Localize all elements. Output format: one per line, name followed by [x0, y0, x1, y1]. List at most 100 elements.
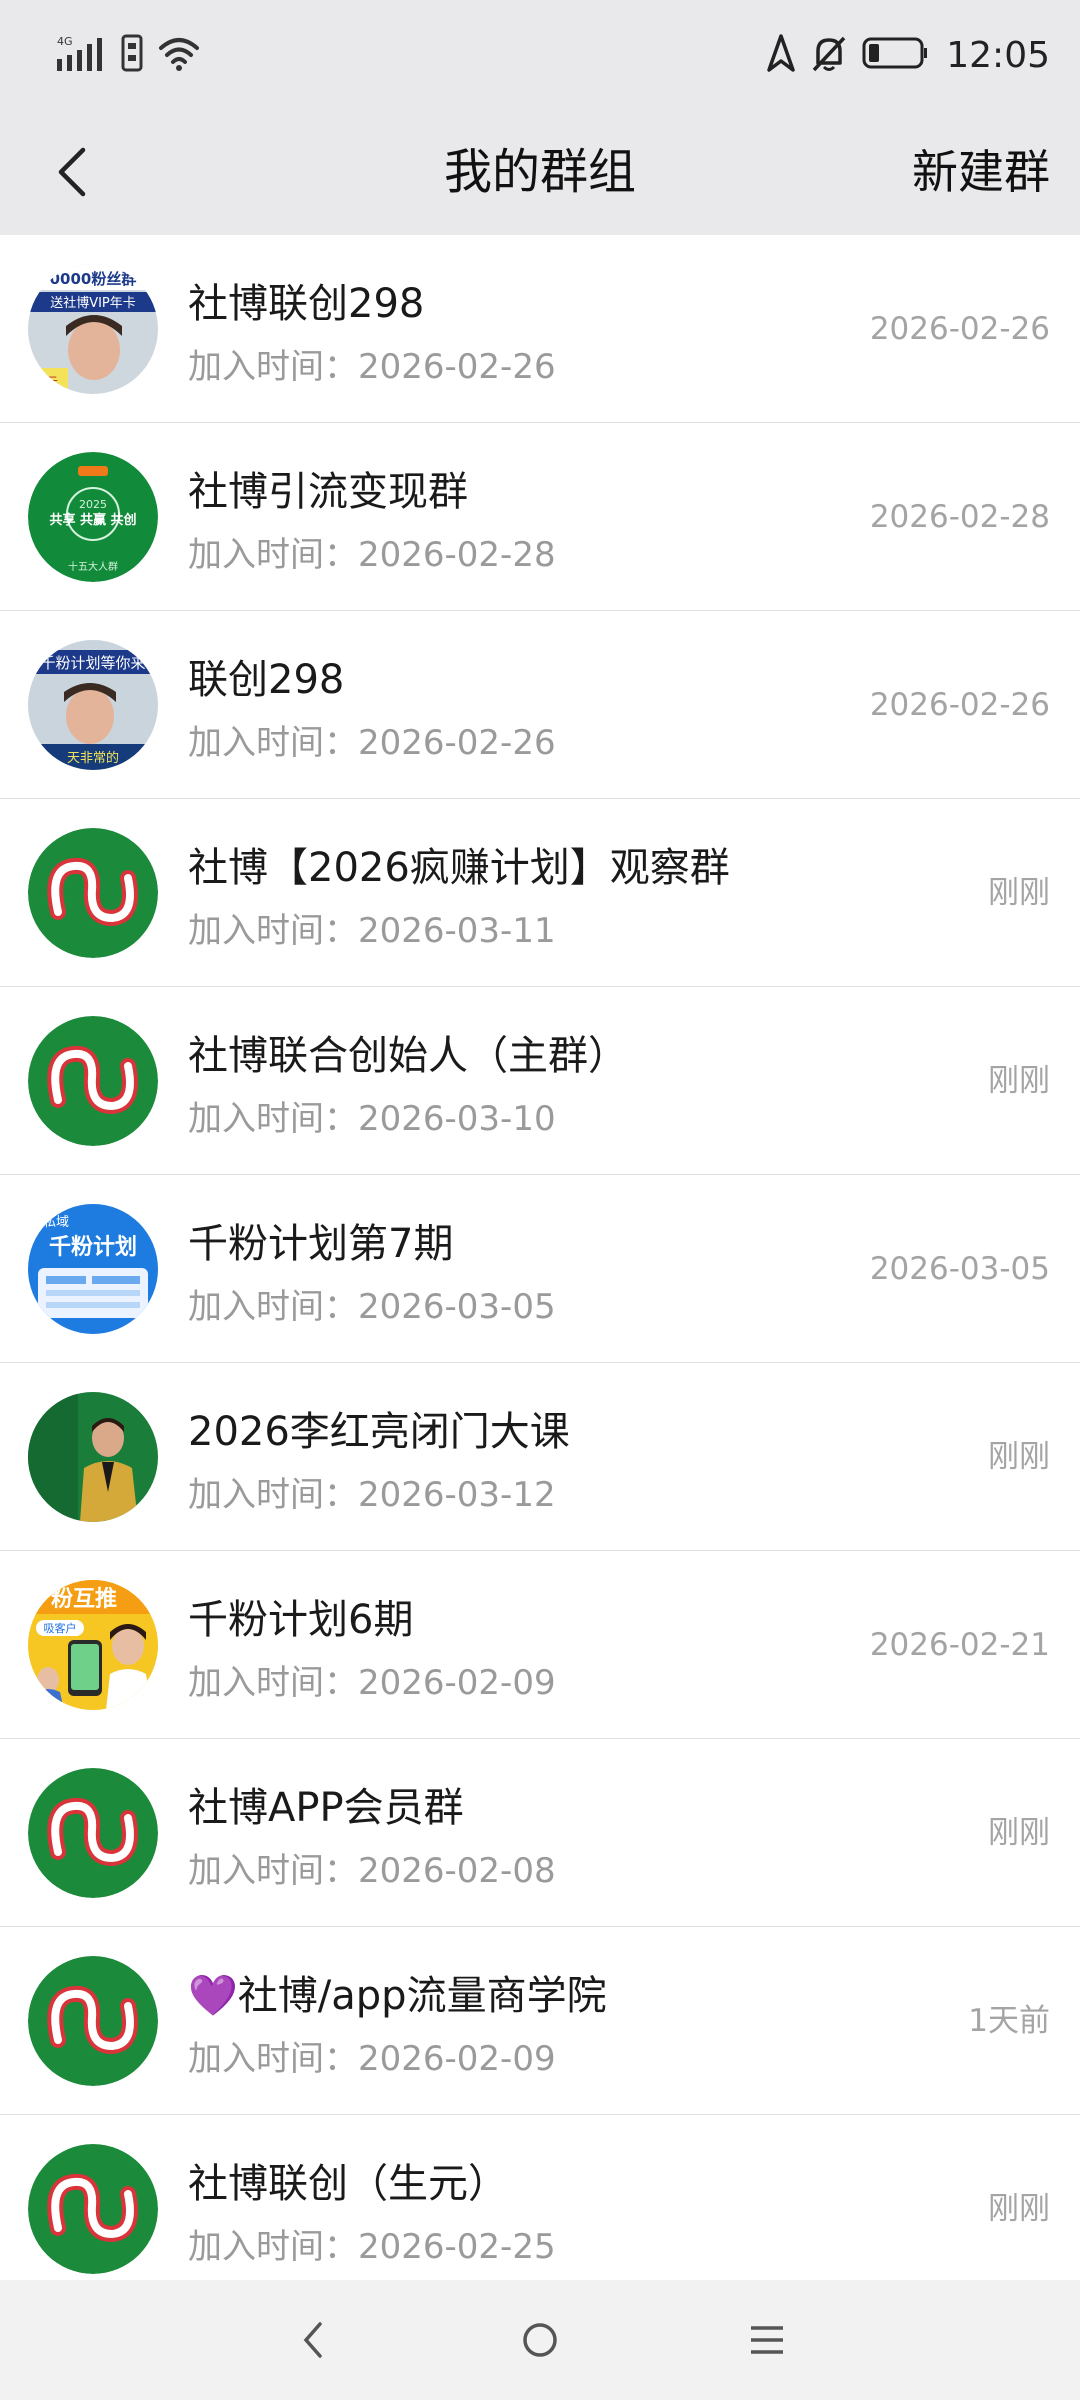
group-avatar [28, 1392, 158, 1522]
group-avatar-logo-icon [28, 1016, 158, 1146]
last-message-time: 2026-02-26 [869, 687, 1050, 723]
join-time-label: 加入时间： [188, 1287, 358, 1327]
join-time-label: 加入时间： [188, 723, 358, 763]
last-message-time: 刚刚 [988, 2191, 1050, 2227]
avatar-text: 十五大人群 [68, 560, 118, 573]
avatar-text: 共享 共赢 共创 [49, 512, 136, 528]
join-time-value: 2026-03-12 [358, 1475, 556, 1515]
nav-menu-button[interactable] [727, 2300, 807, 2380]
last-message-time: 2026-03-05 [869, 1251, 1050, 1287]
group-row[interactable]: 社博APP会员群加入时间：2026-02-08 刚刚 [0, 1739, 1080, 1927]
avatar-text: 私域 [43, 1215, 69, 1230]
last-message-time: 刚刚 [988, 1063, 1050, 1099]
join-time-label: 加入时间： [188, 1663, 358, 1703]
group-name: 千粉计划第7期 [188, 1221, 454, 1267]
group-row[interactable]: 千粉计划等你来 天非常的 联创298 加入时间：2026-02-26 2026-02-2… [0, 611, 1080, 799]
join-time-label: 加入时间： [188, 1099, 358, 1139]
avatar-text: 吸客户 [44, 1621, 77, 1635]
group-row[interactable]: 社博【2026疯赚计划】观察群 加入时间：2026-03-11 刚刚 [0, 799, 1080, 987]
system-nav-bar [0, 2280, 1080, 2400]
group-row[interactable]: 私域 千粉计划 千粉计划第7期加入时间：2026-03-05 2026-03-05 [0, 1175, 1080, 1363]
last-message-time: 2026-02-21 [869, 1627, 1050, 1663]
avatar-text: 0000粉丝群 [50, 270, 137, 288]
last-message-time: 2026-02-28 [869, 499, 1050, 535]
nav-home-button[interactable] [500, 2300, 580, 2380]
nav-home-icon [523, 2323, 557, 2357]
join-time: 加入时间：2026-03-12 [188, 1467, 556, 1516]
join-time-value: 2026-02-09 [358, 1663, 556, 1703]
join-time: 加入时间：2026-02-25 [188, 2219, 556, 2268]
join-time-label: 加入时间： [188, 1851, 358, 1891]
join-time: 加入时间：2026-02-09 [188, 2031, 556, 2080]
battery-icon [862, 35, 928, 75]
back-button[interactable] [40, 140, 104, 204]
group-row[interactable]: 社博联合创始人（主群） 加入时间：2026-03-10 刚刚 [0, 987, 1080, 1175]
group-name: 2026李红亮闭门大课 [188, 1409, 570, 1455]
join-time: 加入时间：2026-02-08 [188, 1843, 556, 1892]
group-avatar: 千粉计划等你来 天非常的 [28, 640, 158, 770]
join-time: 加入时间：2026-03-11 [188, 903, 556, 952]
nav-menu-icon [750, 2326, 783, 2354]
join-time-value: 2026-02-08 [358, 1851, 556, 1891]
group-row[interactable]: 2026李红亮闭门大课 加入时间：2026-03-12 刚刚 [0, 1363, 1080, 1551]
wifi-icon [157, 34, 201, 76]
status-bar: 4G 12:05 [0, 0, 1080, 110]
avatar-text: 粉互推 [51, 1587, 117, 1612]
group-avatar: 私域 千粉计划 [28, 1204, 158, 1334]
join-time-value: 2026-02-26 [358, 723, 556, 763]
chevron-left-icon [58, 147, 86, 197]
avatar-text: 送社博VIP年卡 [50, 295, 136, 311]
join-time-label: 加入时间： [188, 347, 358, 387]
group-avatar: 0000粉丝群 送社博VIP年卡 生元 [28, 264, 158, 394]
group-name: 联创298 [188, 657, 345, 703]
join-time: 加入时间：2026-03-05 [188, 1279, 556, 1328]
group-row[interactable]: 社博联创（生元） 加入时间：2026-02-25 刚刚 [0, 2115, 1080, 2280]
group-row[interactable]: 2025 共享 共赢 共创 十五大人群 社博引流变现群 加入时间：2026-02-28 2… [0, 423, 1080, 611]
group-avatar-logo-icon [28, 828, 158, 958]
new-group-button[interactable]: 新建群 [912, 110, 1050, 235]
join-time-value: 2026-03-10 [358, 1099, 556, 1139]
last-message-time: 刚刚 [988, 1815, 1050, 1851]
join-time: 加入时间：2026-02-26 [188, 715, 556, 764]
avatar-text: 2025 [79, 498, 107, 511]
group-name: 💜社博/app流量商学院 [188, 1973, 607, 2019]
group-row[interactable]: 💜社博/app流量商学院 加入时间：2026-02-09 1天前 [0, 1927, 1080, 2115]
group-name: 社博【2026疯赚计划】观察群 [188, 845, 730, 891]
group-avatar: 粉互推吸客户 [28, 1580, 158, 1710]
avatar-text: 天非常的 [67, 750, 119, 766]
join-time-label: 加入时间： [188, 1475, 358, 1515]
join-time-value: 2026-02-26 [358, 347, 556, 387]
join-time-value: 2026-02-25 [358, 2227, 556, 2267]
last-message-time: 2026-02-26 [869, 311, 1050, 347]
nav-back-button[interactable] [273, 2300, 353, 2380]
signal-icon: 4G [55, 33, 107, 77]
nav-back-icon [304, 2322, 323, 2358]
join-time-label: 加入时间： [188, 911, 358, 951]
group-avatar-logo-icon [28, 1768, 158, 1898]
last-message-time: 1天前 [968, 2003, 1050, 2039]
top-app-bar: 我的群组 新建群 [0, 110, 1080, 235]
group-row[interactable]: 粉互推 吸客户 千粉计划6期 加入时间：2026-02-09 2026-02-21 [0, 1551, 1080, 1739]
group-list: 0000粉丝群 送社博VIP年卡 生元 社博联创298 加入时间：2026-02-26 2… [0, 235, 1080, 2280]
sim-icon [121, 34, 143, 76]
group-name: 社博联创298 [188, 281, 425, 327]
group-name: 社博APP会员群 [188, 1785, 464, 1831]
group-name: 社博联合创始人（主群） [188, 1033, 628, 1079]
bell-muted-icon [810, 33, 848, 77]
group-name: 社博联创（生元） [188, 2161, 508, 2207]
last-message-time: 刚刚 [988, 1439, 1050, 1475]
group-avatar-logo-icon [28, 2144, 158, 2274]
group-avatar: 2025 共享 共赢 共创 十五大人群 [28, 452, 158, 582]
join-time-value: 2026-03-11 [358, 911, 556, 951]
group-avatar-logo-icon [28, 1956, 158, 2086]
group-name: 社博引流变现群 [188, 469, 468, 515]
join-time: 加入时间：2026-02-28 [188, 527, 556, 576]
group-name: 千粉计划6期 [188, 1597, 414, 1643]
join-time: 加入时间：2026-02-26 [188, 339, 556, 388]
navigation-arrow-icon [766, 33, 796, 77]
group-row[interactable]: 0000粉丝群 送社博VIP年卡 生元 社博联创298 加入时间：2026-02-26 2… [0, 235, 1080, 423]
join-time-label: 加入时间： [188, 2227, 358, 2267]
join-time-value: 2026-02-28 [358, 535, 556, 575]
network-type: 4G [57, 35, 73, 48]
avatar-text: 千粉计划等你来 [40, 654, 145, 672]
